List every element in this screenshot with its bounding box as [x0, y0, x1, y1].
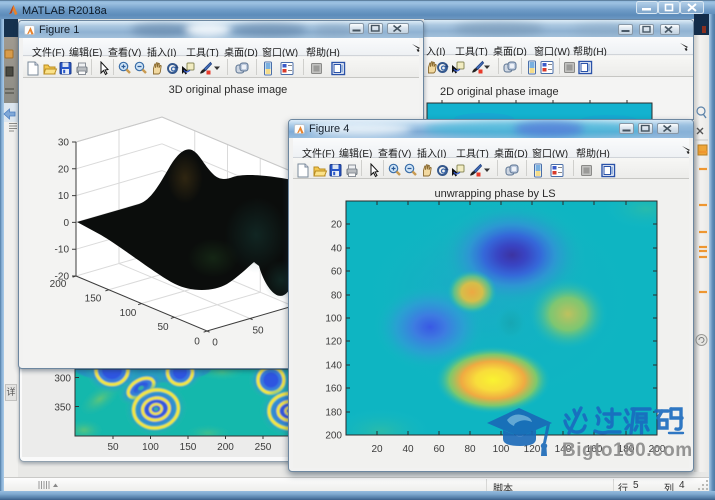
- svg-text:Bigto180.com: Bigto180.com: [562, 440, 693, 461]
- svg-text:80: 80: [331, 291, 343, 302]
- svg-text:60: 60: [331, 267, 343, 278]
- svg-text:20: 20: [58, 164, 70, 175]
- svg-text:20: 20: [331, 220, 343, 231]
- svg-text:120: 120: [325, 337, 342, 348]
- svg-text:50: 50: [157, 322, 169, 333]
- svg-text:150: 150: [85, 294, 102, 305]
- svg-text:40: 40: [331, 244, 343, 255]
- svg-text:100: 100: [325, 314, 342, 325]
- svg-text:50: 50: [252, 326, 264, 337]
- svg-text:350: 350: [54, 403, 71, 414]
- svg-text:150: 150: [180, 442, 197, 453]
- svg-text:200: 200: [50, 279, 67, 290]
- svg-text:30: 30: [58, 138, 70, 149]
- svg-text:300: 300: [54, 374, 71, 385]
- svg-text:0: 0: [212, 338, 218, 349]
- svg-text:0: 0: [63, 218, 69, 229]
- svg-text:-10: -10: [55, 245, 70, 256]
- svg-text:100: 100: [120, 308, 137, 319]
- svg-text:50: 50: [107, 442, 119, 453]
- svg-text:200: 200: [325, 431, 342, 442]
- svg-text:10: 10: [58, 191, 70, 202]
- svg-text:80: 80: [464, 444, 476, 455]
- svg-text:unwrapping phase by LS: unwrapping phase by LS: [434, 188, 555, 200]
- svg-text:160: 160: [325, 384, 342, 395]
- svg-text:60: 60: [433, 444, 445, 455]
- svg-text:100: 100: [142, 442, 159, 453]
- svg-text:40: 40: [402, 444, 414, 455]
- svg-text:180: 180: [325, 408, 342, 419]
- svg-text:0: 0: [194, 337, 200, 348]
- svg-text:3D original phase image: 3D original phase image: [169, 84, 288, 96]
- svg-text:20: 20: [371, 444, 383, 455]
- svg-text:250: 250: [255, 442, 272, 453]
- svg-text:140: 140: [325, 361, 342, 372]
- svg-text:200: 200: [217, 442, 234, 453]
